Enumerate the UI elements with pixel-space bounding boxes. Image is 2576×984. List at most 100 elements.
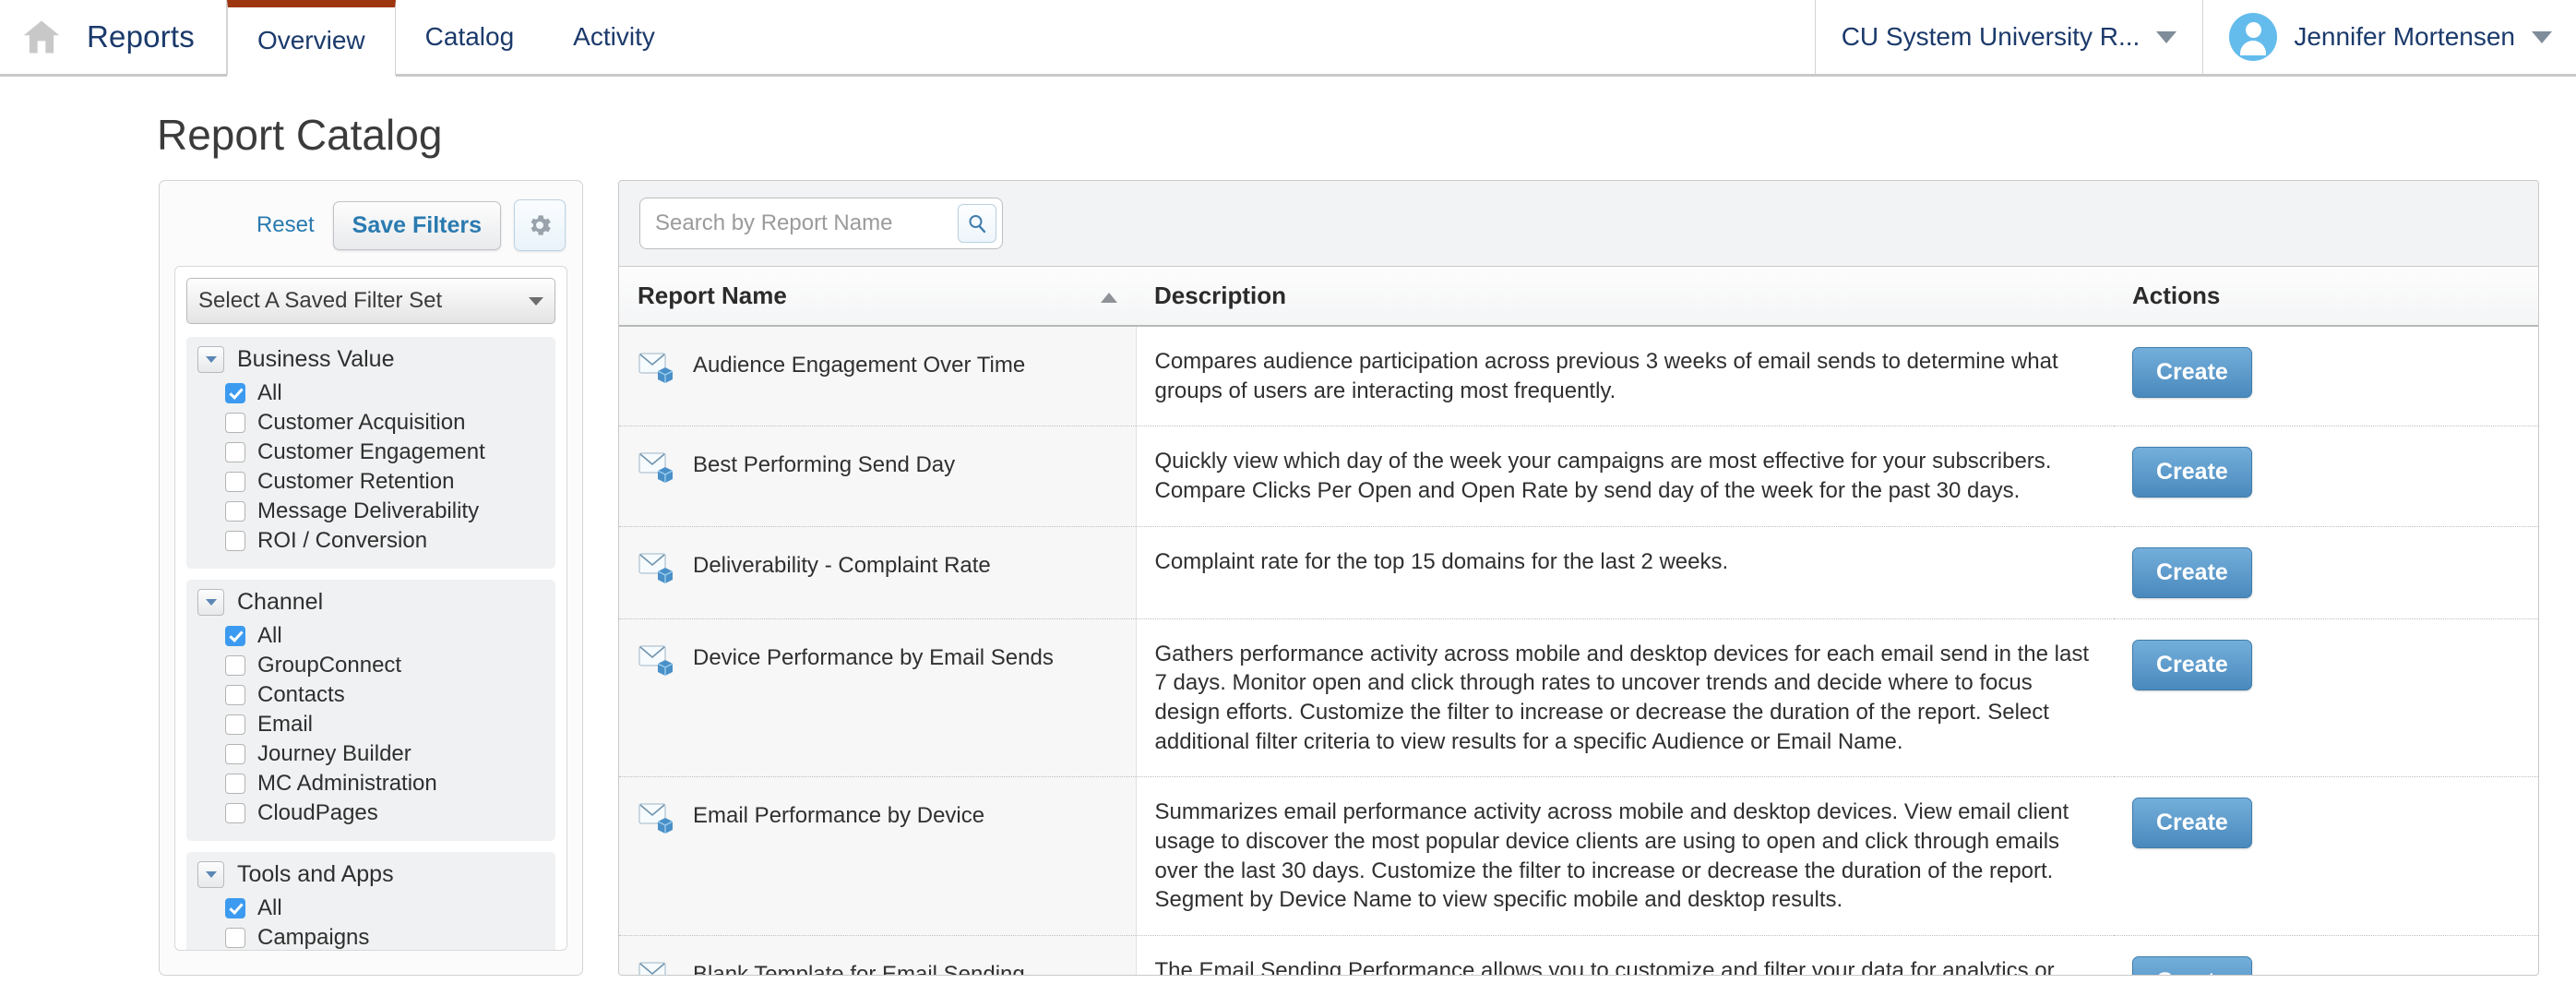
- checkbox[interactable]: [225, 655, 245, 676]
- filter-group-header[interactable]: Channel: [197, 589, 544, 616]
- home-icon[interactable]: [20, 18, 63, 56]
- top-navigation-bar: Reports Overview Catalog Activity CU Sys…: [0, 0, 2576, 77]
- filter-option-email[interactable]: Email: [197, 710, 544, 739]
- table-row[interactable]: Audience Engagement Over Time Compares a…: [619, 326, 2538, 427]
- table-row[interactable]: Best Performing Send Day Quickly view wh…: [619, 426, 2538, 527]
- column-header-report-name[interactable]: Report Name: [619, 267, 1136, 327]
- filter-option-label: GroupConnect: [257, 653, 402, 678]
- cell-report-name: Blank Template for Email Sending Perform…: [619, 935, 1137, 975]
- create-report-button[interactable]: Create: [2132, 347, 2252, 398]
- column-header-actions: Actions: [2114, 267, 2538, 327]
- cell-description: Complaint rate for the top 15 domains fo…: [1136, 526, 2114, 619]
- account-switcher[interactable]: CU System University R...: [1814, 0, 2203, 74]
- user-menu[interactable]: Jennifer Mortensen: [2202, 0, 2576, 74]
- checkbox[interactable]: [225, 383, 245, 403]
- filter-option-customer-retention[interactable]: Customer Retention: [197, 467, 544, 497]
- checkbox[interactable]: [225, 472, 245, 492]
- checkbox[interactable]: [225, 626, 245, 646]
- filter-option-all[interactable]: All: [197, 894, 544, 923]
- filter-option-all[interactable]: All: [197, 378, 544, 408]
- checkbox[interactable]: [225, 928, 245, 948]
- filter-option-cloudpages[interactable]: CloudPages: [197, 798, 544, 828]
- checkbox[interactable]: [225, 803, 245, 823]
- report-name: Deliverability - Complaint Rate: [693, 552, 991, 578]
- cell-actions: Create: [2114, 426, 2538, 527]
- table-row[interactable]: Email Performance by Device Summarizes e…: [619, 776, 2538, 937]
- filters-body: Select A Saved Filter Set Business Value…: [174, 266, 567, 951]
- filter-option-roi-conversion[interactable]: ROI / Conversion: [197, 526, 544, 556]
- tab-activity-label: Activity: [573, 22, 655, 51]
- saved-filter-set-select[interactable]: Select A Saved Filter Set: [186, 278, 555, 324]
- report-name: Device Performance by Email Sends: [693, 644, 1054, 670]
- cell-actions: Create: [2114, 935, 2538, 975]
- filter-option-journey-builder[interactable]: Journey Builder: [197, 739, 544, 769]
- cell-actions: Create: [2114, 326, 2538, 427]
- save-filters-button[interactable]: Save Filters: [332, 200, 501, 250]
- column-header-description[interactable]: Description: [1136, 267, 2114, 327]
- chevron-down-icon: [529, 296, 543, 306]
- filter-option-label: All: [257, 380, 282, 405]
- report-catalog-panel: Report Name Description Actions: [618, 180, 2539, 976]
- search-field-wrapper[interactable]: [639, 198, 1003, 249]
- tab-catalog[interactable]: Catalog: [396, 0, 544, 74]
- filter-option-customer-acquisition[interactable]: Customer Acquisition: [197, 408, 544, 438]
- checkbox[interactable]: [225, 774, 245, 794]
- filter-group-header[interactable]: Tools and Apps: [197, 861, 544, 888]
- create-report-button[interactable]: Create: [2132, 798, 2252, 849]
- create-report-button[interactable]: Create: [2132, 956, 2252, 975]
- table-row[interactable]: Blank Template for Email Sending Perform…: [619, 935, 2538, 975]
- filter-option-campaigns[interactable]: Campaigns: [197, 923, 544, 950]
- cell-description: Quickly view which day of the week your …: [1136, 426, 2114, 527]
- checkbox[interactable]: [225, 685, 245, 705]
- column-label: Actions: [2132, 282, 2221, 309]
- filter-group-title: Business Value: [237, 346, 395, 372]
- avatar: [2229, 13, 2278, 61]
- search-icon: [969, 215, 986, 234]
- filter-option-message-deliverability[interactable]: Message Deliverability: [197, 497, 544, 526]
- filter-option-groupconnect[interactable]: GroupConnect: [197, 651, 544, 680]
- tab-activity[interactable]: Activity: [543, 0, 685, 74]
- search-button[interactable]: [958, 204, 996, 243]
- filter-option-label: All: [257, 623, 282, 648]
- create-report-button[interactable]: Create: [2132, 447, 2252, 498]
- gear-icon: [531, 215, 551, 235]
- collapse-toggle-icon[interactable]: [197, 589, 224, 616]
- report-catalog-table: Report Name Description Actions Audience…: [619, 267, 2538, 975]
- table-header: Report Name Description Actions: [619, 267, 2538, 327]
- filter-option-customer-engagement[interactable]: Customer Engagement: [197, 438, 544, 467]
- tab-overview[interactable]: Overview: [226, 0, 396, 77]
- sort-ascending-icon: [1101, 293, 1117, 303]
- cell-actions: Create: [2114, 618, 2538, 778]
- checkbox[interactable]: [225, 898, 245, 918]
- create-report-button[interactable]: Create: [2132, 546, 2252, 598]
- filter-group-channel: Channel All GroupConnect Contacts Email: [186, 580, 555, 841]
- search-input[interactable]: [653, 210, 958, 237]
- filter-group-header[interactable]: Business Value: [197, 346, 544, 373]
- brand-home-area[interactable]: Reports: [0, 0, 227, 74]
- filter-option-label: All: [257, 895, 282, 920]
- filter-option-contacts[interactable]: Contacts: [197, 680, 544, 710]
- table-row[interactable]: Deliverability - Complaint Rate Complain…: [619, 526, 2538, 619]
- filter-option-label: MC Administration: [257, 771, 437, 796]
- checkbox[interactable]: [225, 501, 245, 522]
- create-report-button[interactable]: Create: [2132, 639, 2252, 690]
- email-report-icon: [638, 452, 674, 484]
- collapse-toggle-icon[interactable]: [197, 861, 224, 888]
- filter-option-mc-administration[interactable]: MC Administration: [197, 769, 544, 798]
- checkbox[interactable]: [225, 442, 245, 462]
- table-header-row: Report Name Description Actions: [619, 267, 2538, 327]
- filters-panel: Reset Save Filters Select A Saved Filter…: [159, 180, 583, 976]
- filter-group-business-value: Business Value All Customer Acquisition …: [186, 337, 555, 569]
- collapse-toggle-icon[interactable]: [197, 346, 224, 373]
- checkbox[interactable]: [225, 413, 245, 433]
- filter-option-all[interactable]: All: [197, 621, 544, 651]
- filters-settings-button[interactable]: [514, 199, 566, 251]
- reset-filters-link[interactable]: Reset: [256, 212, 315, 238]
- filter-option-label: Contacts: [257, 682, 345, 707]
- filters-actions: Reset Save Filters: [174, 196, 567, 266]
- table-row[interactable]: Device Performance by Email Sends Gather…: [619, 618, 2538, 778]
- checkbox[interactable]: [225, 714, 245, 735]
- cell-report-name: Audience Engagement Over Time: [619, 326, 1137, 427]
- checkbox[interactable]: [225, 531, 245, 551]
- checkbox[interactable]: [225, 744, 245, 764]
